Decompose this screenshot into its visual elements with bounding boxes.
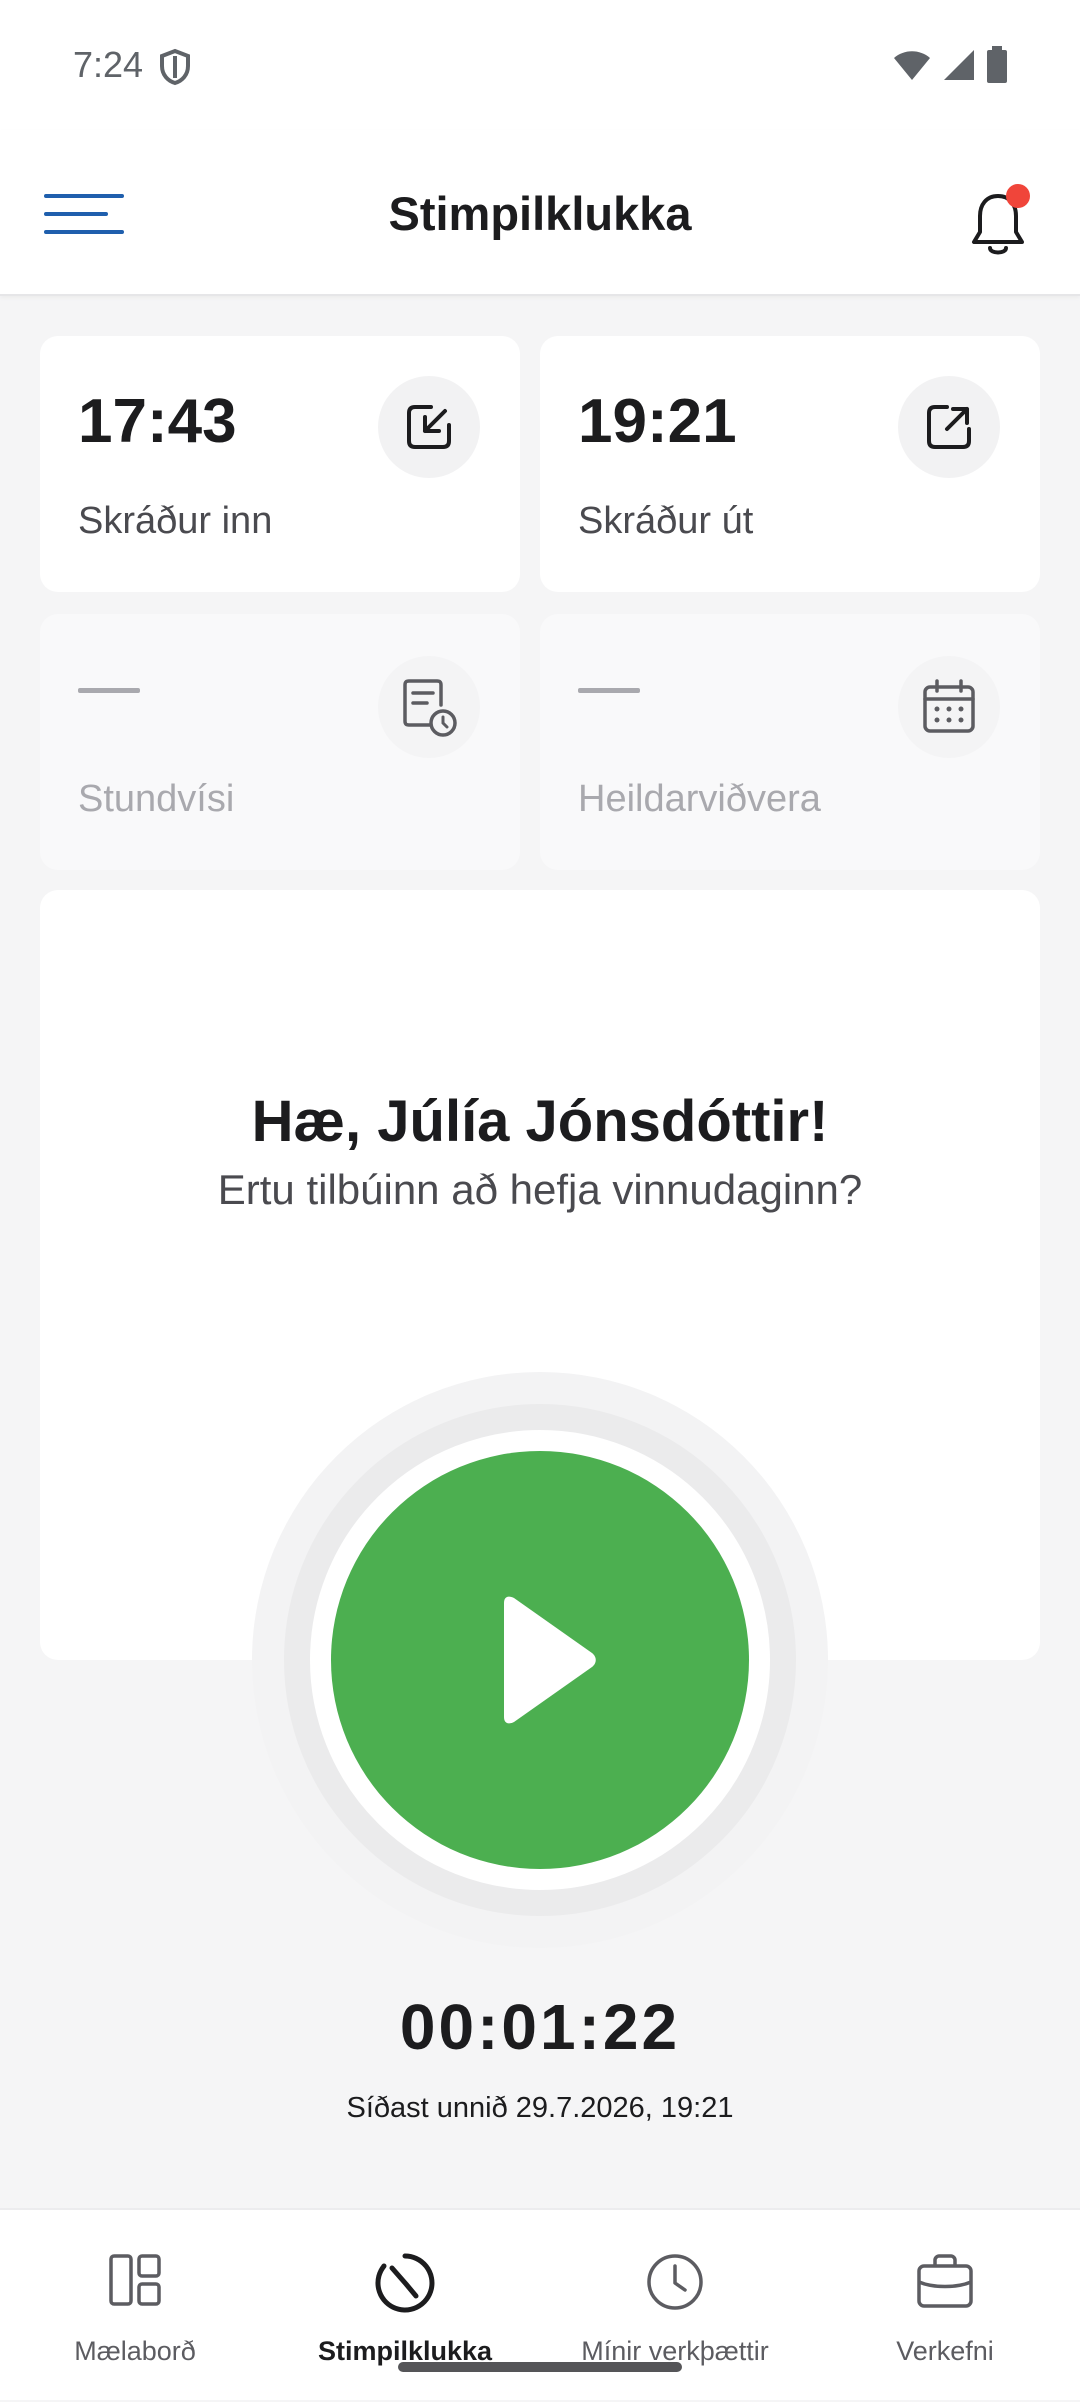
notification-badge <box>1006 184 1030 208</box>
greeting-subtitle: Ertu tilbúinn að hefja vinnudaginn? <box>217 1166 863 1213</box>
dashboard-icon <box>109 2254 161 2306</box>
punctuality-value <box>78 688 140 693</box>
app-bar: Stimpilklukka <box>0 130 1080 296</box>
nav-item-projects[interactable]: Verkefni <box>810 2210 1080 2402</box>
clock-in-label: Skráður inn <box>78 500 273 542</box>
start-work-button[interactable] <box>331 1451 749 1869</box>
nav-item-dashboard[interactable]: Mælaborð <box>0 2210 270 2402</box>
clock-in-card: 17:43 Skráður inn <box>40 336 520 592</box>
clock-out-time: 19:21 <box>578 387 737 456</box>
nav-label-projects: Verkefni <box>896 2336 994 2366</box>
total-presence-value <box>578 688 640 693</box>
status-time: 7:24 <box>73 44 144 85</box>
greeting-title: Hæ, Júlía Jónsdóttir! <box>251 1089 829 1154</box>
clock-out-arrow-icon <box>927 405 971 449</box>
battery-icon <box>987 46 1007 83</box>
cellular-icon <box>944 50 974 80</box>
history-clock-icon <box>647 2254 703 2310</box>
status-bar: 7:24 <box>0 0 1080 130</box>
clock-in-time: 17:43 <box>78 387 237 456</box>
clock-out-card: 19:21 Skráður út <box>540 336 1040 592</box>
briefcase-icon <box>917 2254 973 2308</box>
punctuality-card: Stundvísi <box>40 614 520 870</box>
wifi-icon <box>894 51 930 80</box>
home-indicator[interactable] <box>398 2362 682 2372</box>
play-icon <box>504 1596 596 1724</box>
total-presence-label: Heildarviðvera <box>578 778 821 820</box>
punctuality-label: Stundvísi <box>78 778 235 820</box>
nav-item-my-tasks[interactable]: Mínir verkþættir <box>540 2210 810 2402</box>
elapsed-timer: 00:01:22 <box>399 1991 681 2063</box>
clock-in-button[interactable] <box>378 376 480 478</box>
total-presence-card: Heildarviðvera <box>540 614 1040 870</box>
calendar-icon <box>923 679 975 733</box>
nav-label-dashboard: Mælaborð <box>74 2336 196 2366</box>
shield-icon <box>160 48 190 86</box>
punctuality-button[interactable] <box>378 656 480 758</box>
last-worked-text: Síðast unnið 29.7.2026, 19:21 <box>346 2092 734 2124</box>
clock-out-button[interactable] <box>898 376 1000 478</box>
page-title: Stimpilklukka <box>388 187 692 240</box>
clock-out-label: Skráður út <box>578 500 754 542</box>
status-icons <box>892 46 1008 84</box>
punctuality-icon <box>403 679 457 737</box>
nav-item-timeclock[interactable]: Stimpilklukka <box>270 2210 540 2402</box>
total-presence-button[interactable] <box>898 656 1000 758</box>
clock-in-arrow-icon <box>407 405 451 449</box>
clock-icon <box>375 2253 435 2313</box>
